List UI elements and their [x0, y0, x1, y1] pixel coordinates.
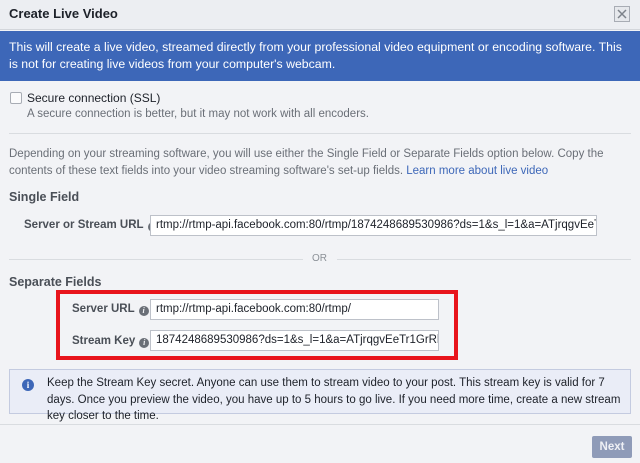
stream-key-label: Stream Key i — [72, 335, 150, 348]
single-field-heading: Single Field — [9, 190, 80, 204]
stream-key-label-text: Stream Key — [72, 335, 136, 347]
dialog-header: Create Live Video — [0, 0, 640, 30]
server-url-label: Server URL i — [72, 303, 149, 316]
close-icon — [617, 9, 627, 19]
divider — [9, 133, 631, 134]
or-line-left — [9, 259, 303, 260]
stream-url-field[interactable]: rtmp://rtmp-api.facebook.com:80/rtmp/187… — [150, 215, 597, 236]
ssl-hint: A secure connection is better, but it ma… — [27, 108, 369, 120]
server-or-stream-url-label: Server or Stream URLi — [24, 219, 158, 232]
banner-text: This will create a live video, streamed … — [9, 40, 622, 71]
or-separator: OR — [9, 253, 631, 265]
stream-key-notice: i Keep the Stream Key secret. Anyone can… — [9, 369, 631, 422]
info-icon[interactable]: i — [138, 306, 149, 316]
dialog-title: Create Live Video — [9, 6, 118, 21]
info-banner: This will create a live video, streamed … — [0, 31, 640, 81]
or-line-right — [337, 259, 631, 260]
close-button[interactable] — [614, 6, 630, 22]
next-button[interactable]: Next — [592, 436, 632, 458]
info-icon[interactable]: i — [139, 338, 150, 348]
info-circle-icon: i — [22, 379, 34, 391]
create-live-video-dialog: Create Live Video This will create a liv… — [0, 0, 640, 463]
ssl-label[interactable]: Secure connection (SSL) — [27, 91, 160, 105]
learn-more-link[interactable]: Learn more about live video — [406, 165, 548, 177]
ssl-checkbox[interactable] — [10, 92, 22, 104]
separate-fields-heading: Separate Fields — [9, 275, 102, 289]
streaming-description: Depending on your streaming software, yo… — [9, 146, 634, 179]
notice-text: Keep the Stream Key secret. Anyone can u… — [47, 377, 621, 422]
server-or-stream-url-label-text: Server or Stream URL — [24, 219, 144, 231]
or-text: OR — [312, 253, 327, 264]
server-url-label-text: Server URL — [72, 303, 135, 315]
server-url-field[interactable]: rtmp://rtmp-api.facebook.com:80/rtmp/ — [150, 299, 439, 320]
footer-divider — [0, 424, 640, 425]
stream-key-field[interactable]: 1874248689530986?ds=1&s_l=1&a=ATjrqgvEeT… — [150, 330, 439, 351]
